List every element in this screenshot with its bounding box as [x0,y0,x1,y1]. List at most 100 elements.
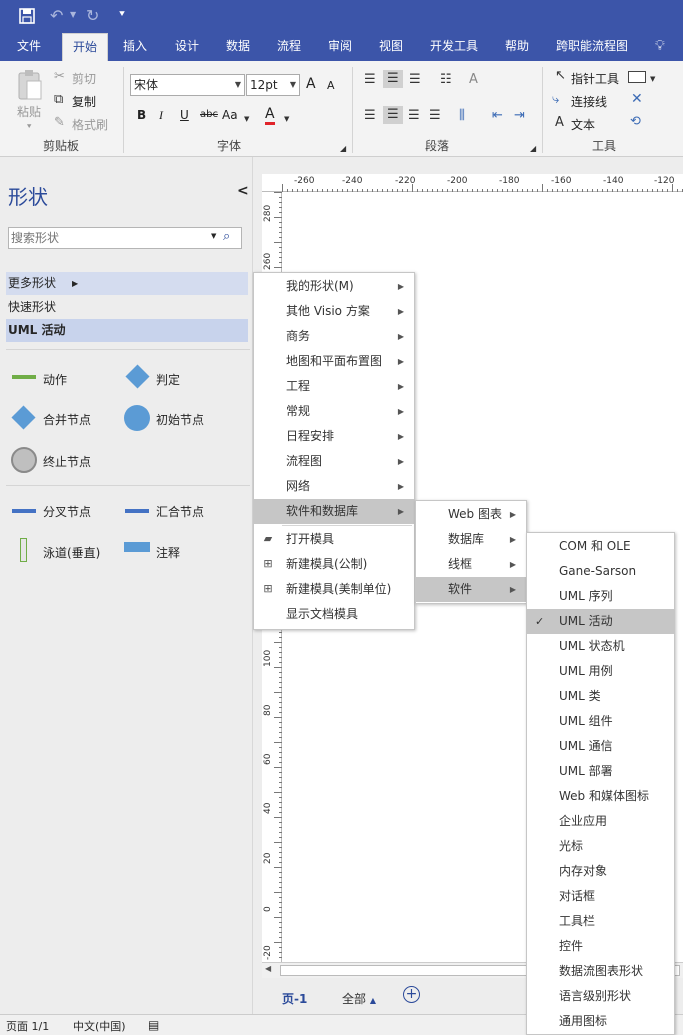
action-shape-icon[interactable] [12,375,36,379]
decision-shape-icon[interactable] [125,364,150,389]
menu1-item-0[interactable]: 我的形状(M) ▶ [254,274,414,299]
tab-review[interactable]: 审阅 [328,33,352,61]
menu2-item-2[interactable]: 线框 ▶ [416,552,526,577]
shape-merge-node[interactable]: 合并节点 [43,411,91,428]
format-painter-button[interactable]: 格式刷 [72,116,108,133]
menu1-item-2[interactable]: 商务 ▶ [254,324,414,349]
menu1-item-6[interactable]: 日程安排 ▶ [254,424,414,449]
align-middle-icon[interactable]: ☰ [383,70,403,88]
menu3-item-17[interactable]: 数据流图表形状 [527,959,674,984]
chevron-down-icon[interactable]: ⯆ [26,119,32,135]
paste-button[interactable]: 粘贴 [17,103,41,120]
search-box[interactable]: ▼ ⌕ [8,227,242,249]
bold-button[interactable]: B [137,108,146,122]
initial-node-shape-icon[interactable] [124,405,150,431]
text-tool-button[interactable]: 文本 [571,116,595,133]
menu1-item-7[interactable]: 流程图 ▶ [254,449,414,474]
menu1-bottom-item-3[interactable]: 显示文档模具 [254,602,414,627]
shape-action[interactable]: 动作 [43,371,67,388]
menu3-item-4[interactable]: UML 状态机 [527,634,674,659]
search-icon[interactable]: ⌕ [223,229,230,244]
increase-indent-icon[interactable]: ⇥ [514,108,525,124]
nav-quick-shapes[interactable]: 快速形状 [8,296,250,319]
bullets-icon[interactable]: ☷ [440,72,452,88]
font-name-select[interactable]: 宋体 ▼ [130,74,245,96]
menu3-item-16[interactable]: 控件 [527,934,674,959]
shape-final-node[interactable]: 终止节点 [43,453,91,470]
save-icon[interactable] [18,7,36,25]
redo-icon[interactable]: ↻ [86,6,99,25]
pointer-tool-button[interactable]: 指针工具 [571,70,619,87]
grow-font-button[interactable]: A [306,76,316,92]
underline-button[interactable]: U [180,108,189,122]
menu3-item-18[interactable]: 语言级别形状 [527,984,674,1009]
collapse-panel-button[interactable]: < [237,183,249,199]
tab-data[interactable]: 数据 [226,33,250,61]
font-color-button[interactable]: A [265,106,275,125]
tab-home[interactable]: 开始 [62,33,108,61]
menu3-item-19[interactable]: 通用图标 [527,1009,674,1034]
join-node-shape-icon[interactable] [125,509,149,513]
menu1-item-3[interactable]: 地图和平面布置图 ▶ [254,349,414,374]
status-language[interactable]: 中文(中国) [73,1018,126,1034]
menu3-item-9[interactable]: UML 部署 [527,759,674,784]
close-icon[interactable]: ✕ [631,91,643,107]
menu1-item-5[interactable]: 常规 ▶ [254,399,414,424]
menu3-item-2[interactable]: UML 序列 [527,584,674,609]
all-pages-button[interactable]: 全部 ▲ [342,990,376,1007]
align-center-icon[interactable]: ☰ [383,106,403,124]
shape-join-node[interactable]: 汇合节点 [156,503,204,520]
tab-process[interactable]: 流程 [277,33,301,61]
menu3-item-14[interactable]: 对话框 [527,884,674,909]
chevron-down-icon[interactable]: ▼ [70,10,76,19]
shape-fork-node[interactable]: 分叉节点 [43,503,91,520]
tab-cross-functional[interactable]: 跨职能流程图 [556,33,628,61]
menu3-item-7[interactable]: UML 组件 [527,709,674,734]
dialog-launcher-icon[interactable]: ◢ [530,141,536,157]
move-icon[interactable]: ⟲ [630,114,641,130]
menu3-item-5[interactable]: UML 用例 [527,659,674,684]
menu1-bottom-item-2[interactable]: ⊞ 新建模具(美制单位) [254,577,414,602]
align-top-icon[interactable]: ☰ [364,72,376,88]
menu3-item-15[interactable]: 工具栏 [527,909,674,934]
copy-button[interactable]: 复制 [72,93,96,110]
menu3-item-1[interactable]: Gane-Sarson [527,559,674,584]
menu1-item-9[interactable]: 软件和数据库 ▶ [254,499,414,524]
cut-button[interactable]: 剪切 [72,70,96,87]
undo-icon[interactable]: ↶ [50,6,63,25]
dialog-launcher-icon[interactable]: ◢ [340,141,346,157]
chevron-down-icon[interactable]: ▼ [284,111,289,127]
lightbulb-icon[interactable]: 💡︎ [655,38,665,54]
align-right-icon[interactable]: ☰ [408,108,420,124]
chevron-down-icon[interactable]: ▼ [244,111,249,127]
merge-node-shape-icon[interactable] [11,405,36,430]
tab-design[interactable]: 设计 [175,33,199,61]
decrease-indent-icon[interactable]: ⇤ [492,108,503,124]
menu1-bottom-item-0[interactable]: ▰ 打开模具 [254,527,414,552]
menu3-item-11[interactable]: 企业应用 [527,809,674,834]
tab-file[interactable]: 文件 [17,33,41,61]
page-tab-1[interactable]: 页-1 [282,990,307,1007]
nav-uml-activity[interactable]: UML 活动 [6,319,248,342]
final-node-shape-icon[interactable] [11,447,37,473]
shape-initial-node[interactable]: 初始节点 [156,411,204,428]
tab-help[interactable]: 帮助 [505,33,529,61]
fork-node-shape-icon[interactable] [12,509,36,513]
change-case-button[interactable]: Aa [222,108,238,122]
menu3-item-10[interactable]: Web 和媒体图标 [527,784,674,809]
tab-insert[interactable]: 插入 [123,33,147,61]
strikethrough-button[interactable]: abc [200,109,218,120]
menu1-item-4[interactable]: 工程 ▶ [254,374,414,399]
shrink-font-button[interactable]: A [327,79,335,92]
text-direction-icon[interactable]: A [469,72,478,88]
align-bottom-icon[interactable]: ☰ [409,72,421,88]
italic-button[interactable]: I [159,108,163,123]
menu2-item-3[interactable]: 软件 ▶ [416,577,526,602]
shape-comment[interactable]: 注释 [156,544,180,561]
paste-icon[interactable] [16,69,44,101]
rectangle-icon[interactable] [628,71,646,83]
comment-shape-icon[interactable] [124,542,150,552]
columns-icon[interactable]: ⫼ [459,108,465,124]
menu1-item-8[interactable]: 网络 ▶ [254,474,414,499]
menu3-item-6[interactable]: UML 类 [527,684,674,709]
